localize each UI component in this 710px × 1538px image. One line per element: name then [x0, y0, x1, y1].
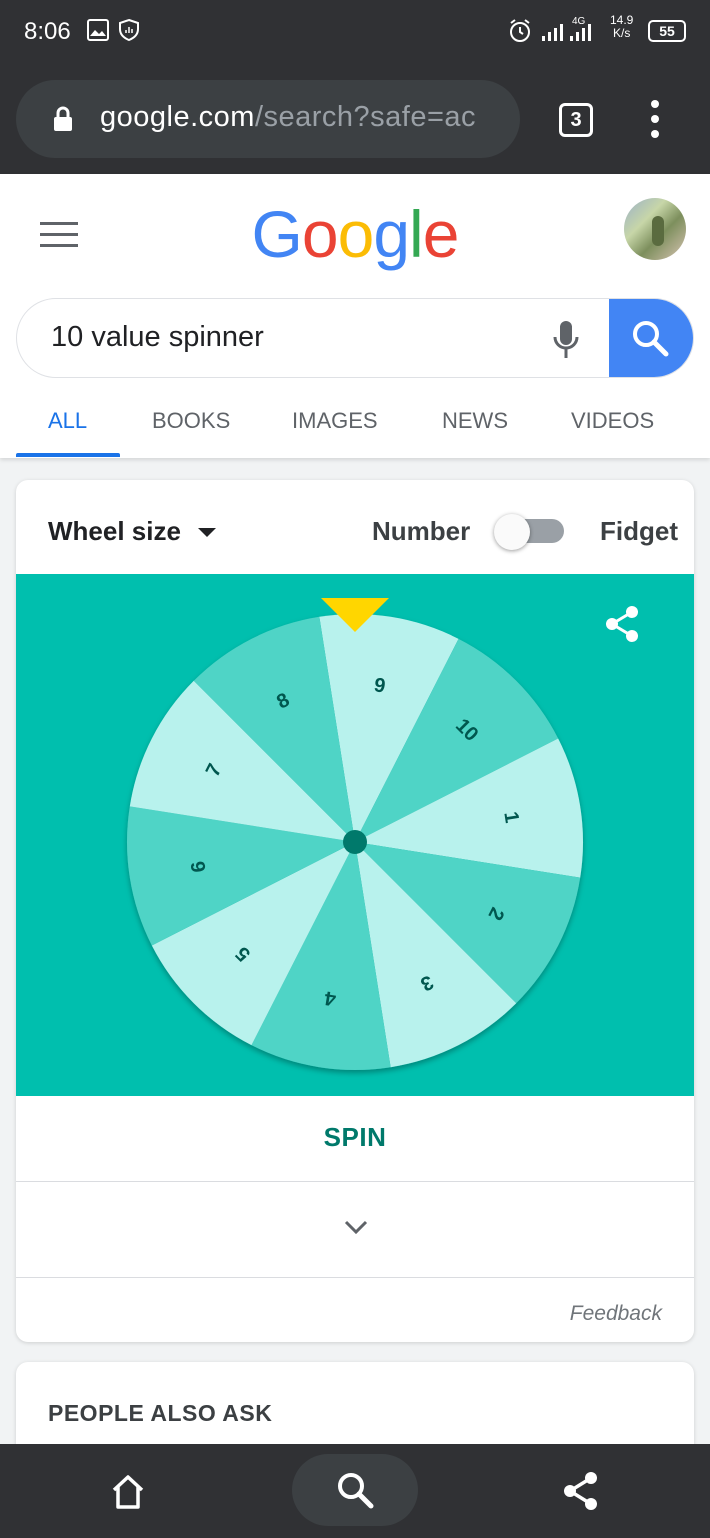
google-header: Google 10 value spinner ALL BOOKS IMAGES…: [0, 174, 710, 458]
url-path: /search?safe=ac: [254, 101, 477, 133]
logo-letter: l: [409, 197, 424, 271]
logo-letter: e: [422, 197, 460, 271]
home-icon[interactable]: [108, 1472, 148, 1512]
google-logo[interactable]: Google: [0, 196, 710, 272]
battery-indicator: 55: [648, 20, 686, 42]
status-time: 8:06: [24, 18, 71, 45]
lock-icon: [54, 106, 72, 131]
tab-videos[interactable]: VIDEOS: [571, 408, 654, 434]
signal-4g-icon: 4G: [570, 16, 591, 41]
bottom-navigation: [0, 1444, 710, 1538]
dropdown-caret-icon[interactable]: [198, 528, 216, 537]
tab-news[interactable]: NEWS: [442, 408, 508, 434]
logo-letter: g: [373, 197, 410, 271]
url-text[interactable]: google.com/search?safe=ac: [100, 101, 504, 134]
logo-letter: o: [301, 197, 339, 271]
browser-toolbar: google.com/search?safe=ac 3: [0, 66, 710, 174]
svg-text:4G: 4G: [572, 16, 586, 27]
page-content: Google 10 value spinner ALL BOOKS IMAGES…: [0, 174, 710, 1482]
bottom-search-button[interactable]: [292, 1454, 418, 1526]
chevron-down-icon[interactable]: [343, 1218, 369, 1236]
tab-switcher-button[interactable]: 3: [559, 103, 593, 137]
share-icon[interactable]: [560, 1470, 602, 1512]
feedback-link[interactable]: Feedback: [570, 1302, 662, 1326]
people-also-ask-title: PEOPLE ALSO ASK: [48, 1400, 273, 1426]
spin-row: SPIN: [16, 1096, 694, 1182]
tab-books[interactable]: BOOKS: [152, 408, 230, 434]
url-host: google.com: [100, 101, 255, 133]
spinner-wheel[interactable]: 91012345678: [16, 574, 694, 1096]
net-speed: 14.9 K/s: [610, 13, 634, 40]
status-bar: 8:06 4G 14.9 K/s 55: [0, 0, 710, 66]
spinner-card: Wheel size Number Fidget 9 10 1 2 3 4 5 6 7 8: [16, 480, 694, 1342]
spin-button[interactable]: SPIN: [16, 1122, 694, 1153]
tab-images[interactable]: IMAGES: [292, 408, 378, 434]
image-icon: [87, 19, 109, 41]
share-icon[interactable]: [602, 604, 642, 644]
mode-fidget-label[interactable]: Fidget: [600, 516, 678, 547]
avatar[interactable]: [624, 198, 686, 260]
logo-letter: o: [337, 197, 375, 271]
mic-icon[interactable]: [551, 319, 581, 361]
address-bar[interactable]: google.com/search?safe=ac: [16, 80, 520, 158]
expand-row[interactable]: [16, 1182, 694, 1278]
active-tab-indicator: [16, 453, 120, 457]
wheel-hub: [343, 830, 367, 854]
wheel-size-dropdown[interactable]: Wheel size: [48, 516, 181, 547]
mode-toggle[interactable]: [494, 514, 566, 550]
spinner-stage: 9 10 1 2 3 4 5 6 7 8: [16, 574, 694, 1096]
search-button[interactable]: [609, 299, 693, 377]
mode-number-label[interactable]: Number: [372, 516, 470, 547]
logo-letter: G: [251, 197, 303, 271]
tab-all[interactable]: ALL: [48, 408, 87, 434]
search-box[interactable]: 10 value spinner: [16, 298, 694, 378]
search-icon: [633, 321, 669, 357]
alarm-icon: [510, 19, 530, 42]
signal-icon: [542, 24, 563, 41]
search-icon: [338, 1473, 374, 1509]
shield-icon: [119, 18, 139, 42]
browser-menu-button[interactable]: [648, 100, 662, 140]
search-tabs: ALL BOOKS IMAGES NEWS VIDEOS: [0, 402, 710, 458]
search-input[interactable]: 10 value spinner: [51, 321, 264, 354]
